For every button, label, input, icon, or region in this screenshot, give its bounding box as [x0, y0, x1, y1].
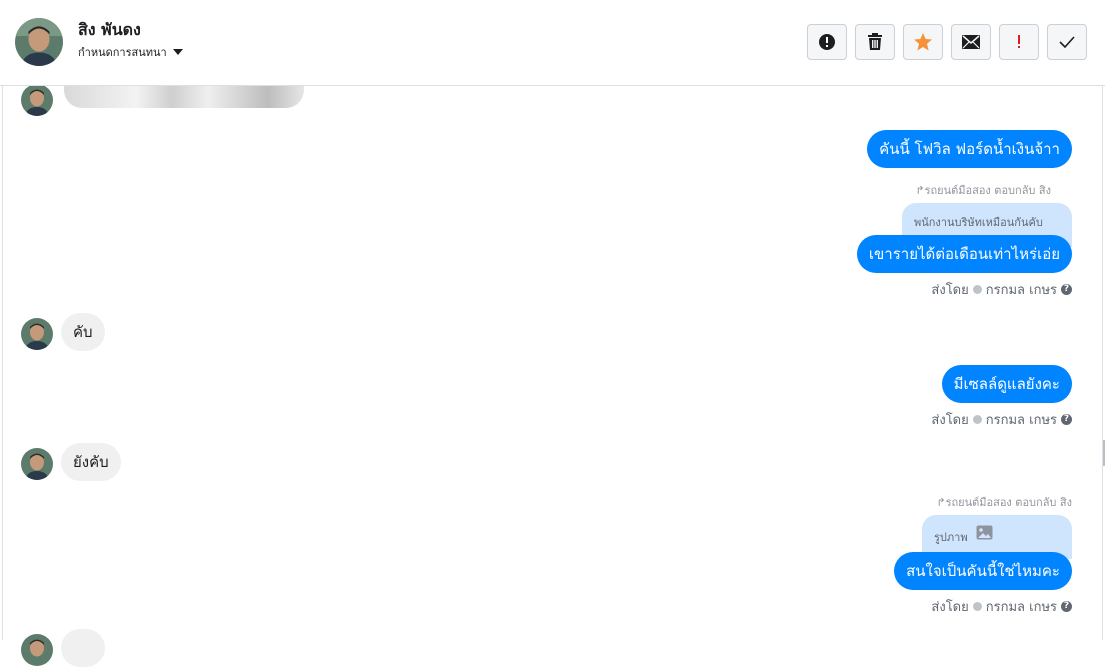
mark-done-button[interactable]	[1047, 24, 1087, 60]
help-icon[interactable]: ?	[1061, 284, 1072, 295]
message-bubble-incoming	[61, 629, 105, 667]
agent-name: กรกมล เกษร	[985, 413, 1057, 428]
envelope-icon	[962, 35, 980, 49]
star-icon	[914, 33, 932, 51]
mark-unread-button[interactable]	[951, 24, 991, 60]
trash-icon	[868, 33, 882, 50]
info-icon	[819, 34, 835, 50]
reply-arrow-icon: ↱	[915, 184, 925, 197]
caret-down-icon	[172, 49, 183, 55]
sent-by: ส่งโดย กรกมล เกษร ?	[931, 596, 1072, 617]
check-icon	[1059, 36, 1075, 48]
agent-name: กรกมล เกษร	[985, 600, 1057, 615]
message-bubble-outgoing: สนใจเป็นคันนี้ใช่ไหมคะ	[894, 552, 1072, 590]
message-bubble-outgoing: คันนี้ โฟวิล ฟอร์ดน้ำเงินจ้าา	[867, 130, 1072, 168]
header-actions	[807, 24, 1087, 60]
sent-by: ส่งโดย กรกมล เกษร ?	[931, 409, 1072, 430]
agent-dot-icon	[972, 415, 982, 424]
spam-button[interactable]	[999, 24, 1039, 60]
agent-name: กรกมล เกษร	[985, 283, 1057, 298]
message-bubble-incoming: คับ	[61, 313, 105, 351]
message-bubble-outgoing: เขารายได้ต่อเดือนเท่าไหร่เอ่ย	[856, 235, 1072, 273]
message-bubble-incoming: ยังคับ	[61, 443, 121, 481]
contact-name: สิง พันดง	[78, 20, 141, 39]
assign-conversation-dropdown[interactable]: กำหนดการสนทนา	[78, 43, 183, 61]
reply-arrow-icon: ↱	[936, 496, 946, 509]
customer-avatar	[21, 634, 53, 666]
reply-meta: ↱รถยนต์มือสอง ตอบกลับ สิง	[936, 496, 1072, 509]
reply-meta: ↱รถยนต์มือสอง ตอบกลับ สิง	[915, 184, 1051, 197]
image-attachment[interactable]	[64, 86, 304, 108]
info-button[interactable]	[807, 24, 847, 60]
assign-label: กำหนดการสนทนา	[78, 46, 167, 59]
customer-avatar	[21, 448, 53, 480]
agent-dot-icon	[972, 602, 982, 611]
message-bubble-outgoing: มีเซลล์ดูแลยังคะ	[941, 365, 1072, 403]
agent-dot-icon	[972, 285, 982, 294]
customer-avatar	[21, 84, 53, 116]
help-icon[interactable]: ?	[1061, 601, 1072, 612]
conversation-header: สิง พันดง กำหนดการสนทนา	[0, 0, 1105, 86]
customer-avatar	[21, 318, 53, 350]
exclamation-icon	[1018, 35, 1020, 48]
contact-avatar[interactable]	[15, 18, 63, 66]
image-icon	[976, 525, 993, 540]
star-button[interactable]	[903, 24, 943, 60]
delete-button[interactable]	[855, 24, 895, 60]
help-icon[interactable]: ?	[1061, 414, 1072, 425]
sent-by: ส่งโดย กรกมล เกษร ?	[931, 279, 1072, 300]
